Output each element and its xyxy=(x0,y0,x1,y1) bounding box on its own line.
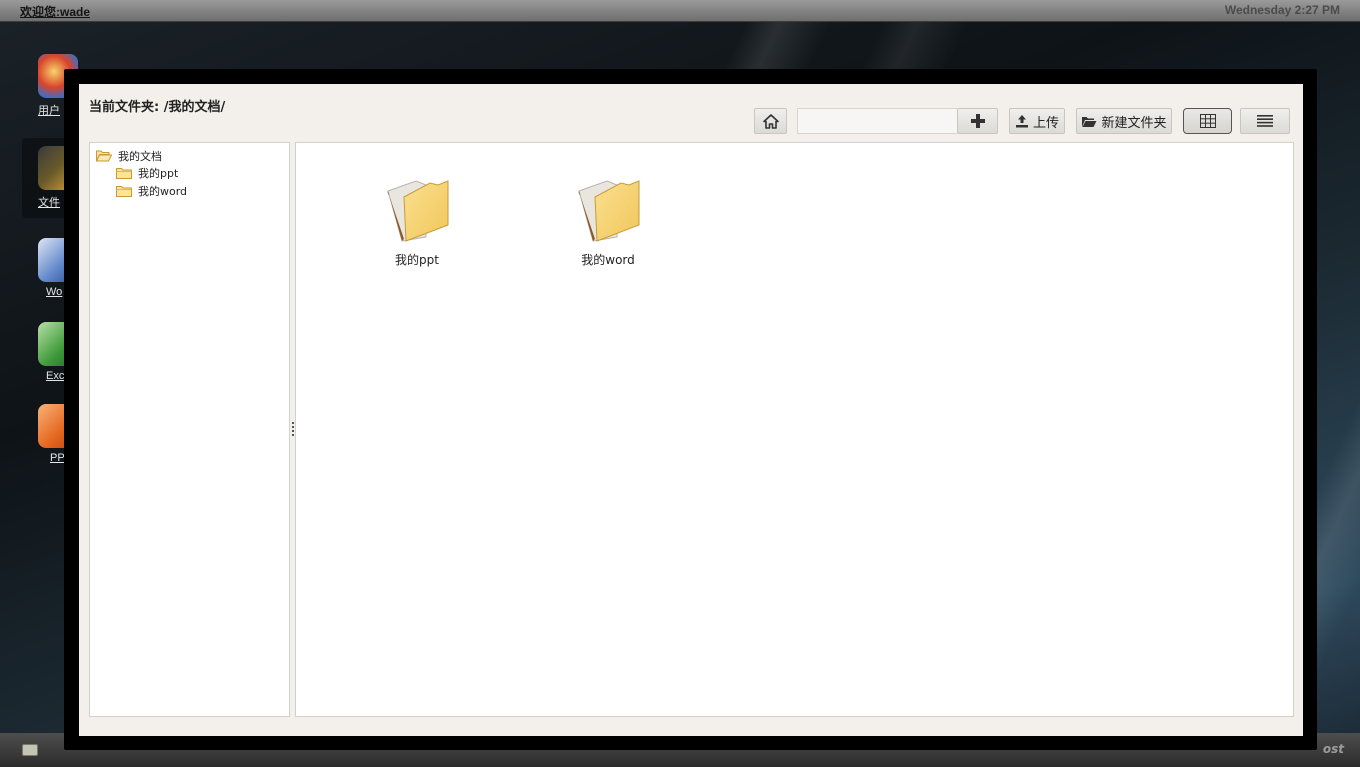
folder-icon xyxy=(116,185,132,197)
clock: Wednesday 2:27 PM xyxy=(1224,3,1340,17)
folder-item-my-ppt[interactable]: 我的ppt xyxy=(362,177,472,268)
folder-item-name: 我的ppt xyxy=(395,253,439,267)
search-input[interactable] xyxy=(797,108,957,134)
list-view-icon xyxy=(1257,115,1273,127)
folder-open-icon xyxy=(1081,115,1097,128)
plus-icon xyxy=(970,113,986,129)
upload-icon xyxy=(1015,114,1029,128)
add-button[interactable] xyxy=(957,108,998,134)
tree-item-my-documents[interactable]: 我的文档 xyxy=(95,148,162,164)
new-folder-button[interactable]: 新建文件夹 xyxy=(1076,108,1172,134)
home-icon xyxy=(762,113,779,129)
file-manager-window: 当前文件夹: /我的文档/ 上传 新建文件夹 我的文档 我的ppt 我的word… xyxy=(79,84,1303,736)
folder-item-my-word[interactable]: 我的word xyxy=(553,177,663,268)
tree-item-label: 我的ppt xyxy=(138,167,179,180)
show-desktop-icon[interactable] xyxy=(22,744,38,756)
grid-view-button[interactable] xyxy=(1183,108,1232,134)
top-bar: 欢迎您:wade Wednesday 2:27 PM xyxy=(0,0,1360,22)
upload-button[interactable]: 上传 xyxy=(1009,108,1065,134)
folder-item-name: 我的word xyxy=(581,253,635,267)
tree-item-label: 我的文档 xyxy=(118,150,162,163)
splitter-grip-icon xyxy=(292,422,294,436)
folder-icon xyxy=(116,167,132,179)
folder-icon xyxy=(362,177,472,243)
grid-view-icon xyxy=(1199,114,1216,128)
folder-icon xyxy=(553,177,663,243)
new-folder-label: 新建文件夹 xyxy=(1101,115,1167,131)
upload-label: 上传 xyxy=(1032,115,1059,131)
home-button[interactable] xyxy=(754,108,787,134)
tree-item-my-ppt[interactable]: 我的ppt xyxy=(116,165,178,181)
folder-tree-panel: 我的文档 我的ppt 我的word xyxy=(89,142,290,717)
list-view-button[interactable] xyxy=(1240,108,1290,134)
folder-open-icon xyxy=(95,150,113,162)
current-folder-path: 当前文件夹: /我的文档/ xyxy=(89,100,226,115)
welcome-user-link[interactable]: 欢迎您:wade xyxy=(20,3,90,20)
taskbar-brand: ost xyxy=(1322,742,1344,756)
tree-item-my-word[interactable]: 我的word xyxy=(116,183,187,199)
folder-content-panel: 我的ppt 我的word xyxy=(295,142,1294,717)
tree-item-label: 我的word xyxy=(138,185,188,198)
